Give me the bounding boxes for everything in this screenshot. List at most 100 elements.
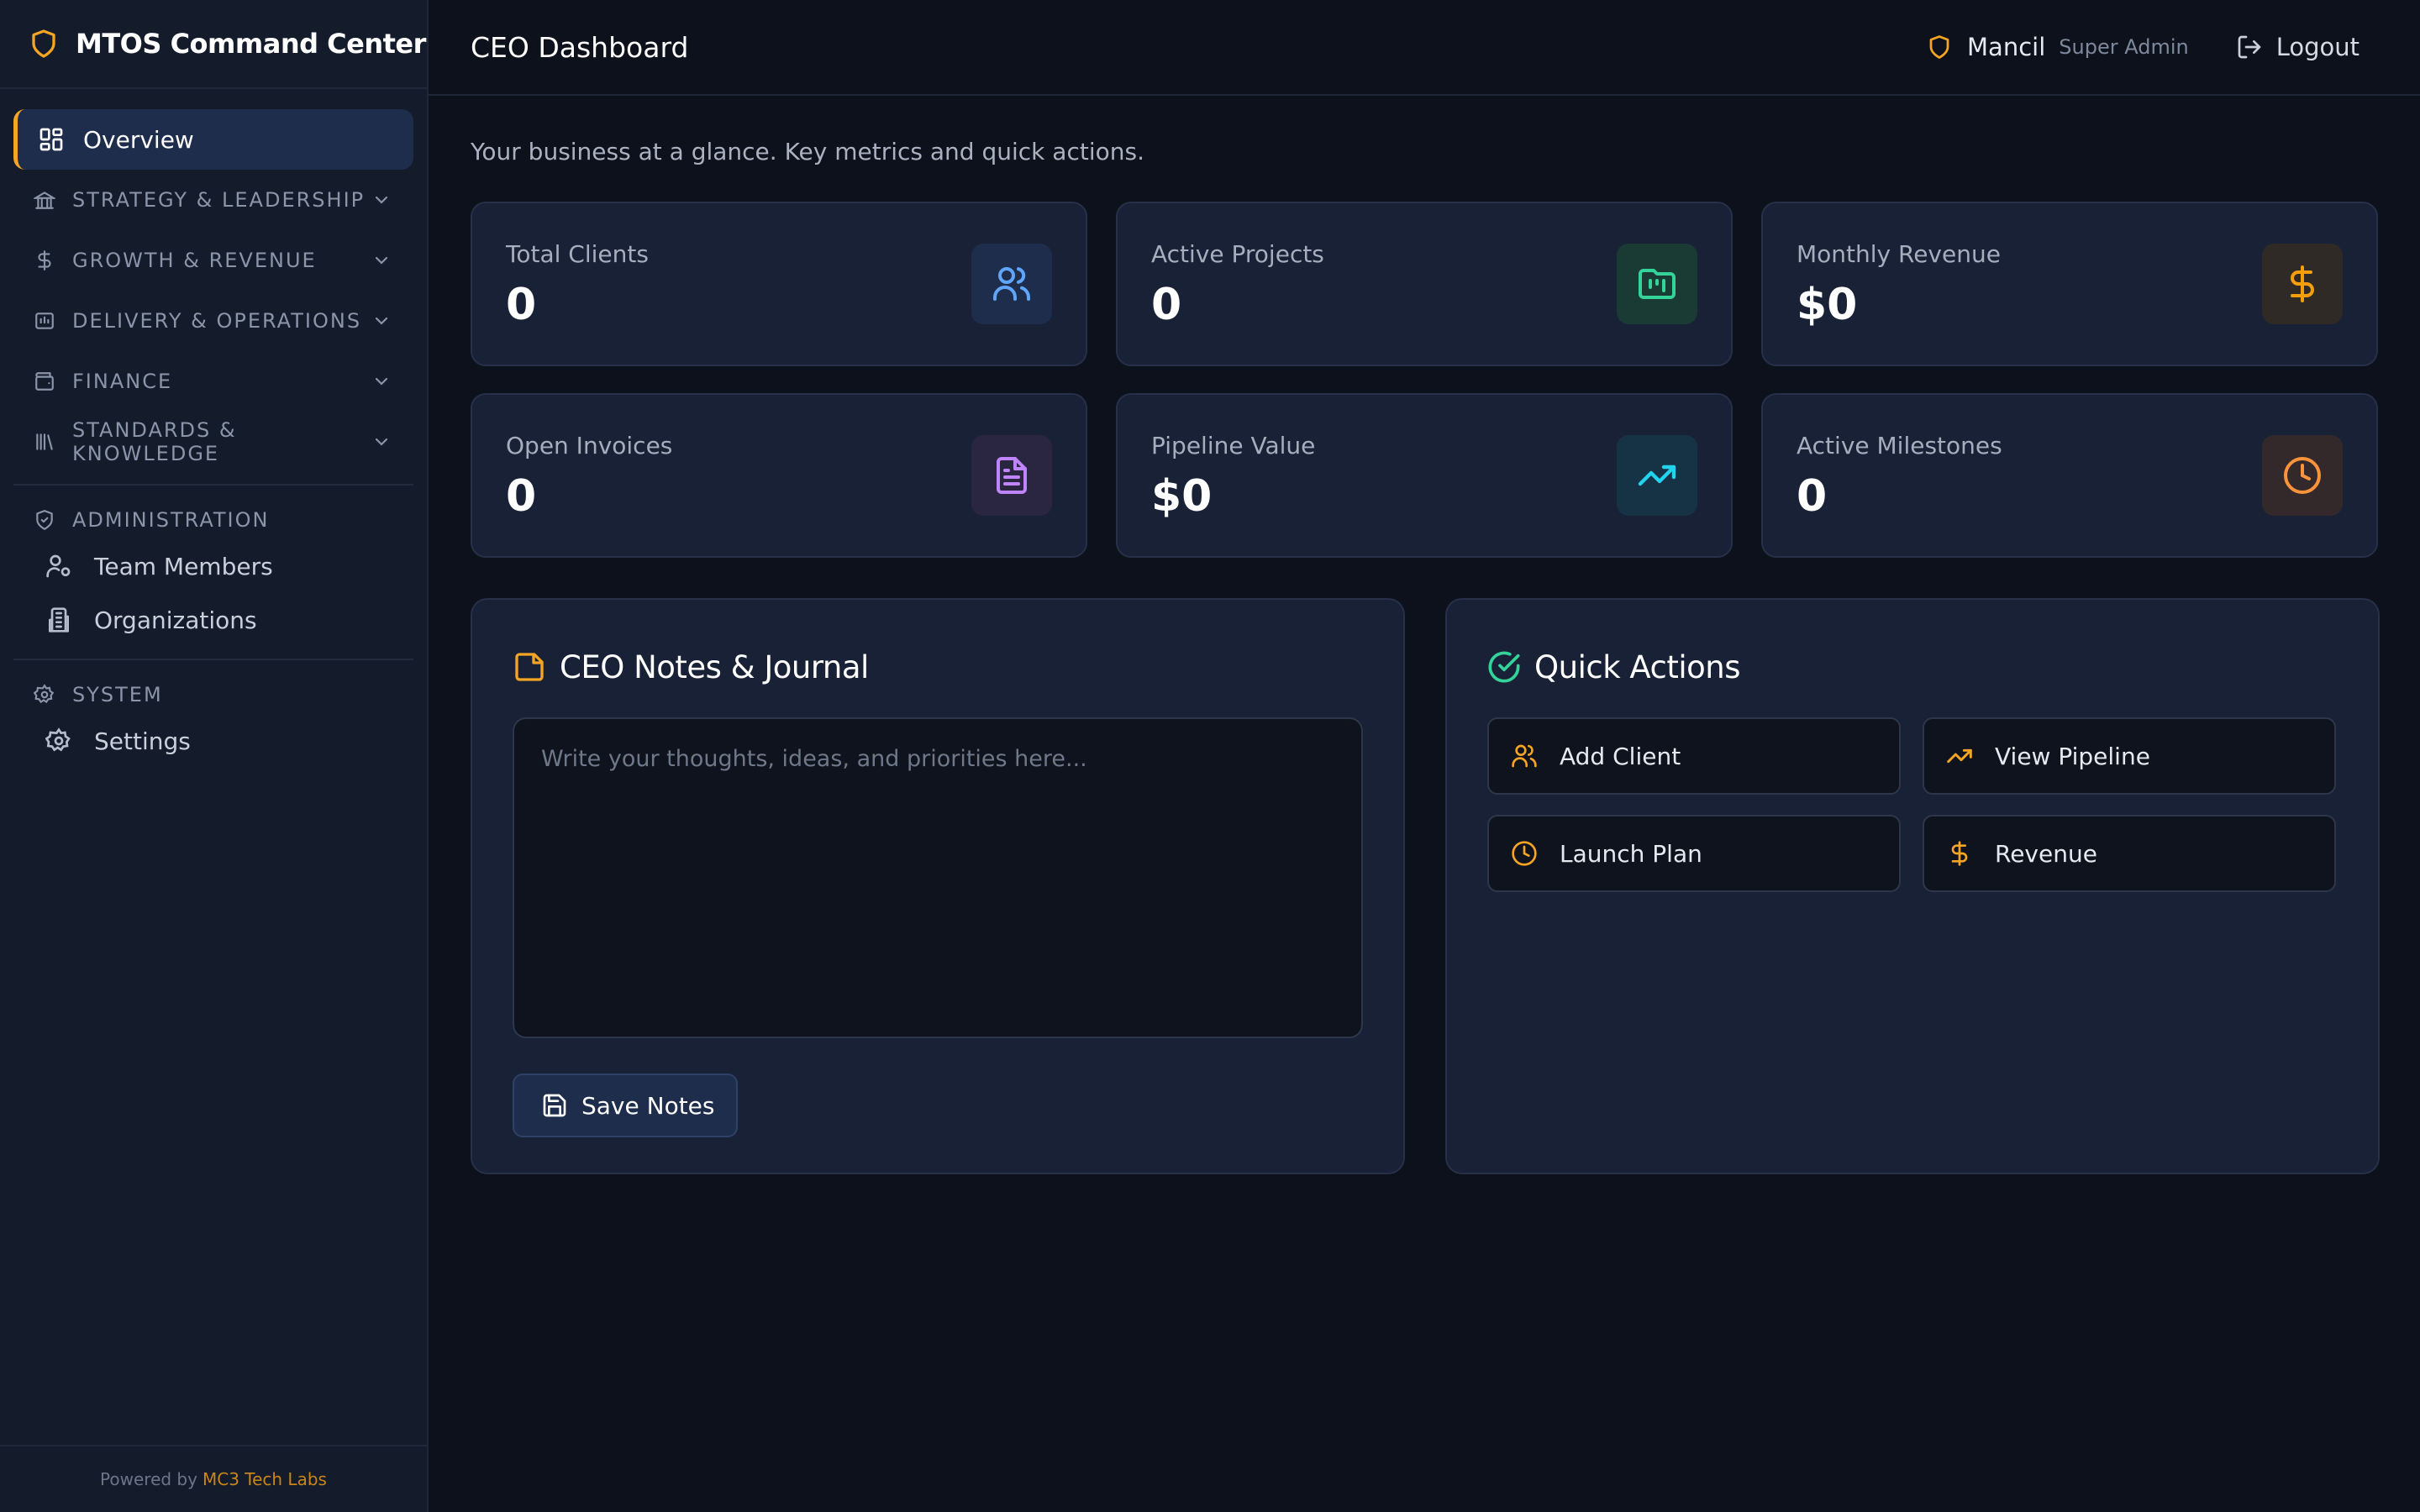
quick-actions-grid: Add Client View Pipeline Launch Plan Rev… bbox=[1487, 717, 2338, 892]
nav-group-label: STANDARDS & KNOWLEDGE bbox=[72, 418, 237, 465]
topbar: CEO Dashboard Mancil Super Admin Logout bbox=[429, 0, 2420, 96]
shield-check-icon bbox=[36, 510, 53, 530]
save-icon bbox=[543, 1094, 566, 1117]
check-circle-icon bbox=[1488, 651, 1520, 683]
stat-card-pipeline-value[interactable]: Pipeline Value $0 bbox=[1116, 393, 1733, 558]
user-name: Mancil bbox=[1967, 33, 2046, 61]
stat-icon-box bbox=[2262, 435, 2343, 516]
stat-card-total-clients[interactable]: Total Clients 0 bbox=[471, 202, 1087, 366]
logout-label: Logout bbox=[2275, 33, 2360, 61]
library-icon bbox=[36, 433, 53, 450]
sidebar-item-label: Settings bbox=[94, 727, 191, 755]
add-client-button[interactable]: Add Client bbox=[1487, 717, 1901, 795]
chevron-down-icon bbox=[375, 196, 388, 204]
chevron-down-icon bbox=[375, 438, 388, 446]
section-system: SYSTEM bbox=[13, 675, 413, 714]
nav-group-delivery[interactable]: DELIVERY & OPERATIONS bbox=[13, 291, 413, 351]
gear-icon bbox=[34, 684, 55, 704]
user-badge: Mancil Super Admin bbox=[1927, 33, 2189, 61]
chevron-down-icon bbox=[375, 377, 388, 386]
save-notes-label: Save Notes bbox=[581, 1091, 715, 1120]
nav-group-label: STRATEGY & LEADERSHIP bbox=[72, 188, 366, 212]
wallet-icon bbox=[35, 372, 54, 391]
section-heading: SYSTEM bbox=[72, 683, 163, 706]
folder-kanban-icon bbox=[1639, 269, 1676, 299]
quick-action-label: Add Client bbox=[1560, 742, 1681, 770]
file-text-icon bbox=[997, 457, 1027, 494]
sidebar-item-settings[interactable]: Settings bbox=[13, 714, 413, 768]
building2-icon bbox=[49, 607, 69, 633]
footer-brand-link[interactable]: MC3 Tech Labs bbox=[203, 1469, 327, 1489]
ceo-notes-panel: CEO Notes & Journal Save Notes bbox=[471, 598, 1405, 1174]
quick-action-label: Revenue bbox=[1995, 839, 2097, 868]
section-administration: ADMINISTRATION bbox=[13, 501, 413, 539]
sidebar: MTOS Command Center Overview STRATEGY & … bbox=[0, 0, 429, 1512]
panel-title: Quick Actions bbox=[1534, 648, 1741, 685]
brand[interactable]: MTOS Command Center bbox=[0, 0, 427, 89]
shield-icon bbox=[1929, 35, 1949, 59]
clock-icon bbox=[2284, 457, 2321, 494]
chevron-down-icon bbox=[375, 317, 388, 325]
nav-group-label: GROWTH & REVENUE bbox=[72, 249, 317, 272]
users-icon bbox=[993, 267, 1030, 301]
notes-textarea[interactable] bbox=[513, 717, 1363, 1038]
quick-action-label: Launch Plan bbox=[1560, 839, 1702, 868]
stat-card-open-invoices[interactable]: Open Invoices 0 bbox=[471, 393, 1087, 558]
stat-card-monthly-revenue[interactable]: Monthly Revenue $0 bbox=[1761, 202, 2378, 366]
landmark-icon bbox=[34, 192, 55, 209]
quick-action-label: View Pipeline bbox=[1995, 742, 2150, 770]
page-title: CEO Dashboard bbox=[471, 30, 689, 64]
sidebar-item-organizations[interactable]: Organizations bbox=[13, 593, 413, 647]
nav-group-finance[interactable]: FINANCE bbox=[13, 351, 413, 412]
stat-icon-box bbox=[971, 244, 1052, 324]
launch-plan-button[interactable]: Launch Plan bbox=[1487, 815, 1901, 892]
sidebar-item-overview[interactable]: Overview bbox=[13, 109, 413, 170]
sidebar-item-team-members[interactable]: Team Members bbox=[13, 539, 413, 593]
logout-button[interactable]: Logout bbox=[2236, 33, 2360, 61]
panel-header: Quick Actions bbox=[1487, 647, 2338, 687]
panel-header: CEO Notes & Journal bbox=[513, 647, 1363, 687]
dollar-icon bbox=[38, 250, 51, 270]
sticky-note-icon bbox=[515, 653, 544, 681]
nav-group-standards[interactable]: STANDARDS & KNOWLEDGE bbox=[13, 412, 413, 472]
trending-up-icon bbox=[1638, 465, 1676, 486]
nav-group-strategy[interactable]: STRATEGY & LEADERSHIP bbox=[13, 170, 413, 230]
stat-icon-box bbox=[971, 435, 1052, 516]
trending-up-icon bbox=[1947, 748, 1972, 764]
panel-title: CEO Notes & Journal bbox=[560, 648, 869, 685]
sidebar-item-label: Team Members bbox=[94, 552, 273, 580]
building-icon bbox=[35, 312, 54, 329]
stats-grid: Total Clients 0 Active Projects 0 Monthl… bbox=[471, 202, 2380, 558]
view-pipeline-button[interactable]: View Pipeline bbox=[1923, 717, 2336, 795]
app-title: MTOS Command Center bbox=[76, 28, 426, 60]
stat-icon-box bbox=[1617, 435, 1697, 516]
revenue-button[interactable]: Revenue bbox=[1923, 815, 2336, 892]
sidebar-item-label: Overview bbox=[83, 125, 194, 154]
save-notes-button[interactable]: Save Notes bbox=[513, 1074, 738, 1137]
sidebar-item-label: Organizations bbox=[94, 606, 257, 634]
user-cog-icon bbox=[46, 554, 71, 578]
stat-icon-box bbox=[2262, 244, 2343, 324]
shield-icon bbox=[32, 29, 55, 58]
app-root: MTOS Command Center Overview STRATEGY & … bbox=[0, 0, 2420, 1512]
gear-icon bbox=[45, 727, 71, 752]
stat-card-active-projects[interactable]: Active Projects 0 bbox=[1116, 202, 1733, 366]
dashboard-content: Your business at a glance. Key metrics a… bbox=[429, 96, 2420, 1174]
section-heading: ADMINISTRATION bbox=[72, 508, 270, 532]
panels-row: CEO Notes & Journal Save Notes Quick Act… bbox=[471, 598, 2380, 1174]
page-subtitle: Your business at a glance. Key metrics a… bbox=[471, 138, 1144, 165]
stat-icon-box bbox=[1617, 244, 1697, 324]
sidebar-divider bbox=[13, 484, 413, 486]
dashboard-grid-icon bbox=[39, 128, 63, 151]
sidebar-footer: Powered by MC3 Tech Labs bbox=[0, 1445, 427, 1512]
quick-actions-panel: Quick Actions Add Client View Pipeline L… bbox=[1445, 598, 2380, 1174]
stat-card-active-milestones[interactable]: Active Milestones 0 bbox=[1761, 393, 2378, 558]
chevron-down-icon bbox=[375, 256, 388, 265]
sidebar-divider bbox=[13, 659, 413, 660]
main-area: CEO Dashboard Mancil Super Admin Logout … bbox=[429, 0, 2420, 1512]
nav-group-growth[interactable]: GROWTH & REVENUE bbox=[13, 230, 413, 291]
dollar-icon bbox=[1951, 841, 1968, 866]
users-icon bbox=[1512, 744, 1537, 768]
nav-group-label: FINANCE bbox=[72, 370, 173, 393]
logout-icon bbox=[2238, 35, 2261, 59]
